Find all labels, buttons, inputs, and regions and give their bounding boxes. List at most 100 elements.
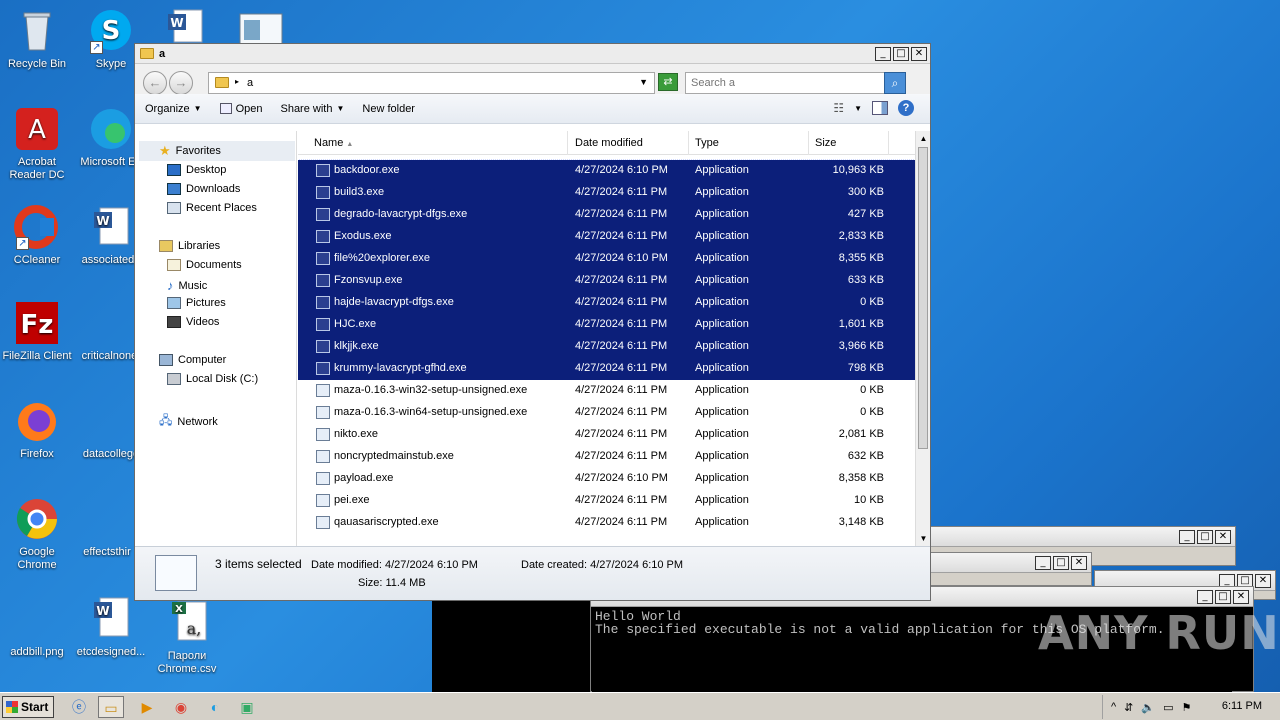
column-header-size[interactable]: Size [809, 131, 889, 155]
search-input[interactable] [686, 74, 886, 92]
explorer-window[interactable]: a _ □ ✕ ← → ▸ a ▼ ⇄ ⌕ Organize▼ Op [134, 43, 931, 601]
file-size: 8,358 KB [838, 472, 884, 484]
file-row[interactable]: payload.exe 4/27/2024 6:10 PM Application 8… [298, 468, 915, 490]
file-row[interactable]: krummy-lavacrypt-gfhd.exe 4/27/2024 6:11 … [298, 358, 915, 380]
search-icon[interactable]: ⌕ [884, 72, 906, 94]
file-row[interactable]: maza-0.16.3-win64-setup-unsigned.exe 4/27… [298, 402, 915, 424]
edge-taskbar-icon[interactable]: ◐ [202, 696, 228, 718]
chevron-down-icon[interactable]: ▼ [854, 104, 862, 113]
file-row[interactable]: backdoor.exe 4/27/2024 6:10 PM Application… [298, 159, 916, 183]
explorer-taskbar-icon[interactable]: ▭ [98, 696, 124, 718]
desktop-icon-filezilla[interactable]: Fz FileZilla Client [0, 300, 74, 363]
desktop-icon-etcdesigned[interactable]: W etcdesigned... [74, 596, 148, 659]
flag-icon[interactable]: ⚑ [1182, 701, 1192, 714]
maximize-icon[interactable]: □ [893, 47, 909, 61]
chevron-up-icon[interactable]: ^ [1111, 701, 1116, 713]
nav-pictures[interactable]: Pictures [167, 297, 226, 309]
desktop-icon-effectsthir[interactable]: effectsthir [70, 496, 144, 559]
close-icon[interactable]: ✕ [1255, 574, 1271, 588]
volume-icon[interactable]: 🔈 [1141, 701, 1155, 714]
nav-music[interactable]: ♪ Music [167, 278, 207, 293]
refresh-icon[interactable]: ⇄ [658, 73, 678, 91]
file-row[interactable]: qauasariscrypted.exe 4/27/2024 6:11 PM App… [298, 512, 915, 534]
desktop-icon-chrome[interactable]: Google Chrome [0, 496, 74, 572]
nav-desktop[interactable]: Desktop [167, 164, 226, 176]
word-doc-icon[interactable]: W [164, 8, 210, 44]
desktop-icon-addbill[interactable]: addbill.png [0, 596, 74, 659]
explorer-titlebar[interactable]: a _ □ ✕ [135, 44, 930, 64]
maximize-icon[interactable]: □ [1053, 556, 1069, 570]
nav-recent-places[interactable]: Recent Places [167, 202, 257, 214]
file-row[interactable]: klkjjk.exe 4/27/2024 6:11 PM Application 3,… [298, 336, 915, 358]
file-row[interactable]: Exodus.exe 4/27/2024 6:11 PM Application 2,… [298, 226, 915, 248]
back-button[interactable]: ← [143, 71, 167, 95]
chevron-right-icon[interactable]: ▸ [235, 77, 239, 86]
file-row[interactable]: noncryptedmainstub.exe 4/27/2024 6:11 PM A… [298, 446, 915, 468]
scroll-down-icon[interactable]: ▼ [916, 531, 930, 546]
preview-pane-icon[interactable] [872, 101, 888, 115]
file-row[interactable]: file%20explorer.exe 4/27/2024 6:10 PM Appl… [298, 248, 915, 270]
clock[interactable]: 6:11 PM [1222, 700, 1262, 712]
media-player-icon[interactable]: ▶ [134, 696, 160, 718]
file-row[interactable]: HJC.exe 4/27/2024 6:11 PM Application 1,601… [298, 314, 915, 336]
close-icon[interactable]: ✕ [1215, 530, 1231, 544]
file-row[interactable]: Fzonsvup.exe 4/27/2024 6:11 PM Application… [298, 270, 915, 292]
nav-videos[interactable]: Videos [167, 316, 219, 328]
close-icon[interactable]: ✕ [1071, 556, 1087, 570]
maximize-icon[interactable]: □ [1197, 530, 1213, 544]
nav-documents[interactable]: Documents [167, 259, 242, 271]
desktop-icon-ccleaner[interactable]: ↗ CCleaner [0, 204, 74, 267]
column-header-date[interactable]: Date modified [569, 131, 689, 155]
maximize-icon[interactable]: □ [1215, 590, 1231, 604]
desktop-icon-label: criticalnone. [81, 350, 141, 362]
nav-local-disk[interactable]: Local Disk (C:) [167, 373, 258, 385]
display-icon[interactable]: ▭ [1163, 701, 1173, 714]
desktop-icon-firefox[interactable]: Firefox [0, 398, 74, 461]
background-window-2[interactable]: _ □ ✕ [930, 552, 1092, 586]
nav-label: Music [178, 279, 208, 292]
minimize-icon[interactable]: _ [875, 47, 891, 61]
file-type: Application [695, 428, 749, 440]
nav-network[interactable]: 🖧 Network [159, 411, 218, 432]
minimize-icon[interactable]: _ [1179, 530, 1195, 544]
start-button[interactable]: Start [2, 696, 54, 718]
file-row[interactable]: hajde-lavacrypt-dfgs.exe 4/27/2024 6:11 P… [298, 292, 915, 314]
close-icon[interactable]: ✕ [911, 47, 927, 61]
app-taskbar-icon[interactable]: ▣ [234, 696, 260, 718]
file-row[interactable]: build3.exe 4/27/2024 6:11 PM Application 30… [298, 182, 915, 204]
organize-button[interactable]: Organize ▼ [145, 103, 202, 115]
file-row[interactable]: maza-0.16.3-win32-setup-unsigned.exe 4/27… [298, 380, 915, 402]
chrome-taskbar-icon[interactable]: ◉ [168, 696, 194, 718]
search-box[interactable]: ⌕ [685, 72, 906, 94]
desktop-icon-passwords-csv[interactable]: Xa, Пароли Chrome.csv [150, 600, 224, 676]
file-row[interactable]: nikto.exe 4/27/2024 6:11 PM Application 2,0… [298, 424, 915, 446]
minimize-icon[interactable]: _ [1035, 556, 1051, 570]
column-header-type[interactable]: Type [689, 131, 809, 155]
chevron-down-icon[interactable]: ▼ [639, 77, 648, 87]
column-header-name[interactable]: Name ▲ [308, 131, 568, 155]
close-icon[interactable]: ✕ [1233, 590, 1249, 604]
desktop-icon-acrobat[interactable]: A Acrobat Reader DC [0, 106, 74, 182]
ie-icon[interactable]: ⓔ [66, 696, 92, 718]
disk-icon [167, 373, 181, 385]
nav-downloads[interactable]: Downloads [167, 183, 240, 195]
new-folder-button[interactable]: New folder [362, 103, 415, 115]
forward-button[interactable]: → [169, 71, 193, 95]
address-box[interactable]: ▸ a ▼ [208, 72, 655, 94]
help-icon[interactable]: ? [898, 100, 914, 116]
open-button[interactable]: Open [219, 103, 262, 115]
app-window-icon[interactable] [238, 12, 284, 45]
share-with-button[interactable]: Share with ▼ [280, 103, 344, 115]
scroll-thumb[interactable] [918, 147, 928, 449]
view-options-icon[interactable]: ☷ [833, 101, 844, 115]
vertical-scrollbar[interactable]: ▲ ▼ [915, 131, 930, 546]
desktop-icon-recycle-bin[interactable]: Recycle Bin [0, 8, 74, 71]
minimize-icon[interactable]: _ [1197, 590, 1213, 604]
nav-computer[interactable]: Computer [159, 354, 226, 366]
file-row[interactable]: degrado-lavacrypt-dfgs.exe 4/27/2024 6:11… [298, 204, 915, 226]
network-tray-icon[interactable]: ⇵ [1124, 701, 1133, 714]
file-row[interactable]: pei.exe 4/27/2024 6:11 PM Application 10 KB [298, 490, 915, 512]
nav-favorites[interactable]: ★ Favorites [139, 141, 295, 161]
nav-libraries[interactable]: Libraries [159, 240, 220, 252]
scroll-up-icon[interactable]: ▲ [916, 131, 930, 146]
